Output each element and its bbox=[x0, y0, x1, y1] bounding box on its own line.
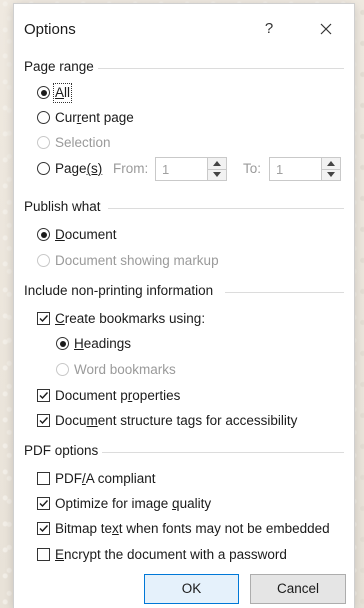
non-printing-heading: Include non-printing information bbox=[24, 283, 214, 298]
bitmap-text-label[interactable]: Bitmap text when fonts may not be embedd… bbox=[55, 521, 330, 537]
radio-document-indicator[interactable] bbox=[37, 228, 50, 241]
from-down-button[interactable] bbox=[208, 169, 226, 180]
checkmark-icon bbox=[39, 417, 49, 425]
radio-headings-label[interactable]: Headings bbox=[74, 336, 131, 352]
radio-current-page-label[interactable]: Current page bbox=[55, 110, 134, 126]
radio-headings-indicator[interactable] bbox=[56, 337, 69, 350]
radio-document-markup-label: Document showing markup bbox=[55, 253, 219, 268]
arrow-up-icon bbox=[213, 161, 221, 166]
radio-word-bookmarks-indicator bbox=[56, 363, 69, 376]
from-label: From: bbox=[113, 161, 149, 176]
pdf-options-divider bbox=[102, 452, 344, 453]
to-down-button[interactable] bbox=[322, 169, 340, 180]
page-range-heading: Page range bbox=[24, 59, 94, 74]
cancel-button[interactable]: Cancel bbox=[250, 574, 346, 604]
from-spinner[interactable]: 1 bbox=[155, 157, 227, 181]
arrow-up-icon bbox=[327, 161, 335, 166]
structure-tags-checkbox[interactable] bbox=[37, 414, 50, 427]
checkmark-icon bbox=[39, 392, 49, 400]
document-properties-label[interactable]: Document properties bbox=[55, 388, 180, 404]
close-icon bbox=[320, 23, 332, 35]
title-bar: Options ? bbox=[14, 4, 354, 54]
radio-selection-indicator bbox=[37, 136, 50, 149]
document-properties-checkbox[interactable] bbox=[37, 389, 50, 402]
ok-button[interactable]: OK bbox=[144, 574, 239, 604]
create-bookmarks-label[interactable]: Create bookmarks using: bbox=[55, 311, 205, 327]
to-spinner-buttons bbox=[321, 158, 340, 180]
options-dialog: Options ? Page range All Current page Se… bbox=[14, 4, 354, 608]
pdfa-label[interactable]: PDF/A compliant bbox=[55, 471, 156, 487]
to-spinner[interactable]: 1 bbox=[269, 157, 341, 181]
optimize-label[interactable]: Optimize for image quality bbox=[55, 496, 211, 512]
arrow-down-icon bbox=[327, 172, 335, 177]
optimize-checkbox[interactable] bbox=[37, 497, 50, 510]
dialog-title: Options bbox=[24, 21, 76, 38]
structure-tags-label[interactable]: Document structure tags for accessibilit… bbox=[55, 413, 297, 429]
bitmap-text-checkbox[interactable] bbox=[37, 522, 50, 535]
radio-current-page-indicator[interactable] bbox=[37, 111, 50, 124]
encrypt-checkbox[interactable] bbox=[37, 548, 50, 561]
checkmark-icon bbox=[39, 315, 49, 323]
radio-pages-indicator[interactable] bbox=[37, 162, 50, 175]
to-value[interactable]: 1 bbox=[276, 162, 283, 177]
radio-document-markup-indicator bbox=[37, 254, 50, 267]
arrow-down-icon bbox=[213, 172, 221, 177]
pdf-options-heading: PDF options bbox=[24, 443, 99, 458]
create-bookmarks-checkbox[interactable] bbox=[37, 312, 50, 325]
publish-what-heading: Publish what bbox=[24, 199, 101, 214]
radio-selection-label: Selection bbox=[55, 135, 111, 150]
checkmark-icon bbox=[39, 525, 49, 533]
from-spinner-buttons bbox=[207, 158, 226, 180]
to-label: To: bbox=[243, 161, 262, 176]
radio-all-indicator[interactable] bbox=[37, 86, 50, 99]
radio-document-label[interactable]: Document bbox=[55, 227, 117, 243]
close-button[interactable] bbox=[316, 19, 336, 39]
encrypt-label[interactable]: Encrypt the document with a password bbox=[55, 547, 287, 563]
checkmark-icon bbox=[39, 500, 49, 508]
non-printing-divider bbox=[225, 292, 344, 293]
help-button[interactable]: ? bbox=[261, 20, 277, 37]
pdfa-checkbox[interactable] bbox=[37, 472, 50, 485]
radio-pages-label[interactable]: Page(s) bbox=[55, 161, 102, 177]
from-value[interactable]: 1 bbox=[162, 162, 169, 177]
radio-word-bookmarks-label: Word bookmarks bbox=[74, 362, 176, 377]
radio-all-label[interactable]: All bbox=[52, 83, 73, 103]
page-range-divider bbox=[98, 68, 344, 69]
publish-what-divider bbox=[108, 208, 344, 209]
